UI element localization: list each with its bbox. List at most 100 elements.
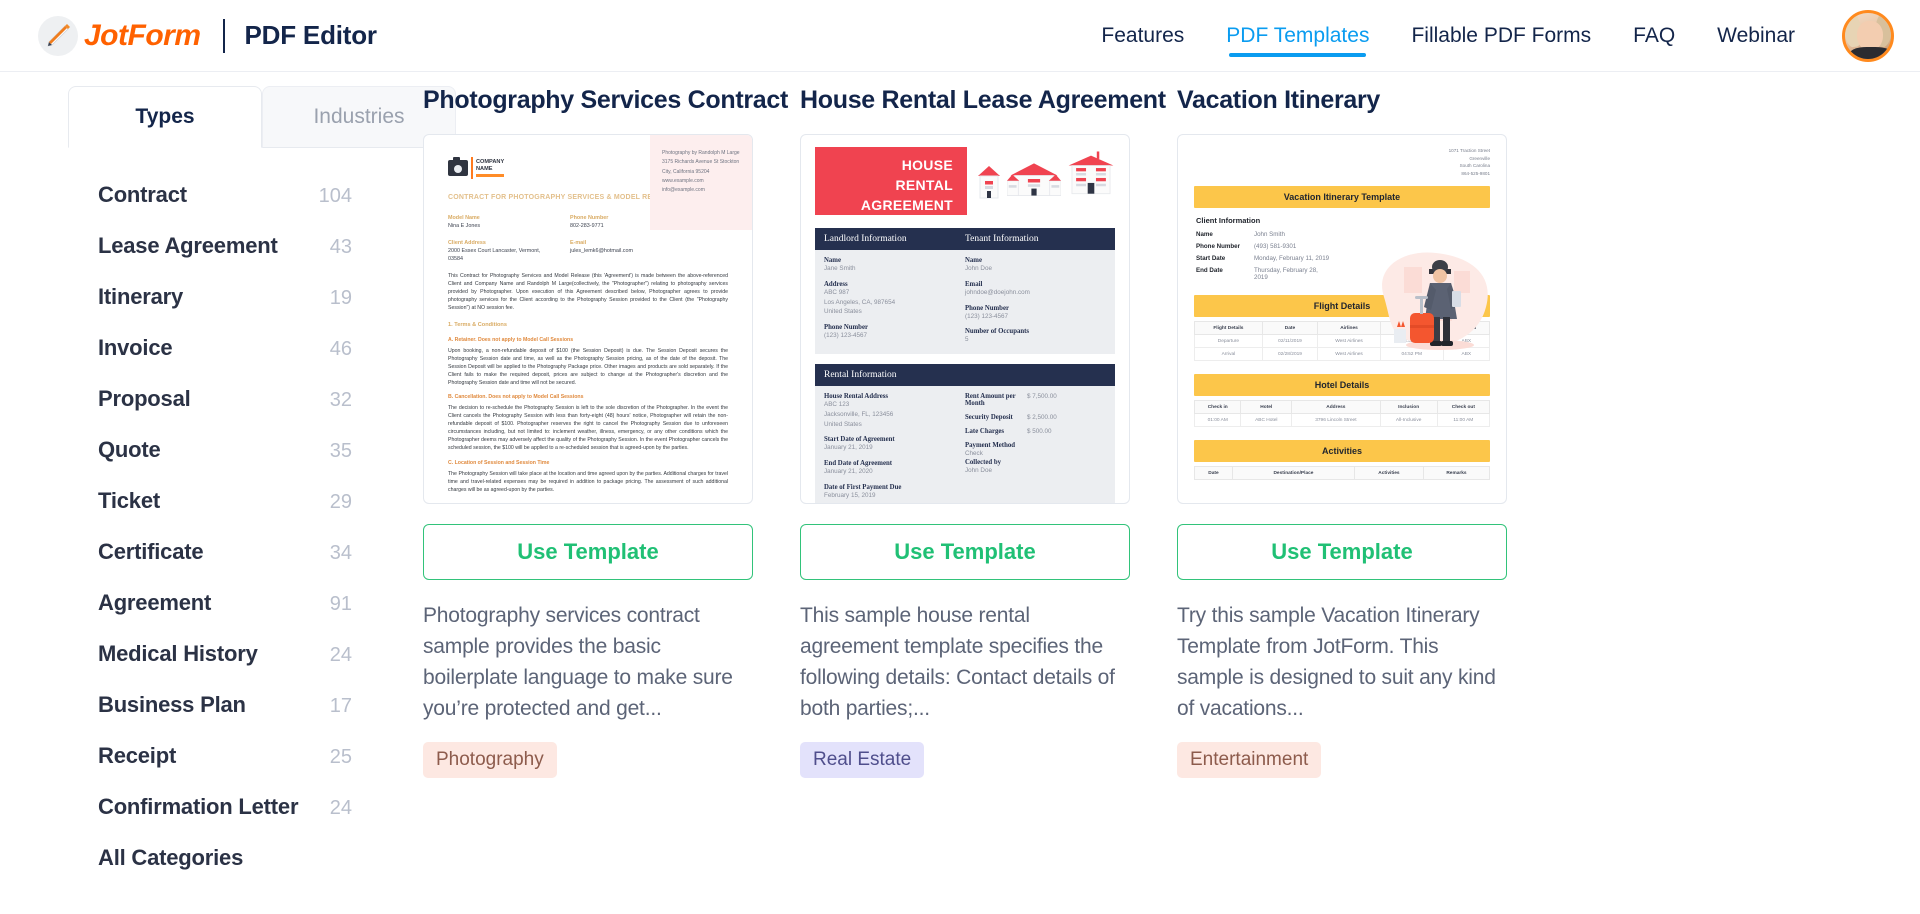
nav-item-faq[interactable]: FAQ	[1612, 0, 1696, 71]
client-info-heading: Client Information	[1196, 216, 1261, 226]
col-header: Inclusion	[1379, 400, 1438, 415]
field-label: Name	[1196, 231, 1213, 239]
card-description: This sample house rental agreement templ…	[800, 604, 1115, 720]
sidebar-item-ticket[interactable]: Ticket 29	[76, 488, 376, 539]
category-sidebar: Types Industries Contract 104 Lease Agre…	[0, 86, 456, 914]
field-label: E-mail	[570, 239, 587, 246]
category-count: 17	[329, 695, 352, 717]
field-value: ABC 123 Jacksonville, FL, 123456 United …	[824, 401, 894, 428]
card-tag[interactable]: Real Estate	[800, 742, 925, 778]
thumb-paragraph-a: Upon booking, a non-refundable deposit o…	[448, 347, 728, 386]
card-description: Try this sample Vacation Itinerary Templ…	[1177, 604, 1496, 720]
template-thumbnail[interactable]: 1071 Traction Street Greenville South Ca…	[1177, 134, 1507, 504]
card-title: Photography Services Contract	[423, 86, 789, 114]
field-label: Late Charges	[965, 428, 1005, 435]
section-heading-landlord: Landlord Information	[824, 234, 907, 244]
field-label: Start Date of Agreement	[824, 436, 895, 444]
col-header: Date	[1193, 466, 1234, 481]
sidebar-item-itinerary[interactable]: Itinerary 19	[76, 284, 376, 335]
sidebar-item-agreement[interactable]: Agreement 91	[76, 590, 376, 641]
field-value: (493) 581-9301	[1254, 243, 1297, 251]
field-value: $ 500.00	[1027, 428, 1052, 435]
field-label: Client Address	[448, 239, 486, 246]
thumb-paragraph-c: The Photography Session will take place …	[448, 470, 728, 493]
field-label: End Date	[1196, 267, 1223, 275]
field-value: January 21, 2020	[824, 468, 873, 475]
field-label: Email	[965, 280, 983, 288]
product-name: PDF Editor	[244, 20, 378, 50]
section-heading-tenant: Tenant Information	[965, 234, 1039, 244]
tab-types[interactable]: Types	[68, 86, 262, 148]
sidebar-item-receipt[interactable]: Receipt 25	[76, 743, 376, 794]
nav-item-fillable-pdf-forms[interactable]: Fillable PDF Forms	[1390, 0, 1612, 71]
nav-item-pdf-templates[interactable]: PDF Templates	[1205, 0, 1390, 71]
thumb-title-banner: Vacation Itinerary Template	[1194, 186, 1490, 209]
col-header: Flight Details	[1194, 321, 1263, 336]
nav-item-webinar[interactable]: Webinar	[1696, 0, 1816, 71]
cell: Arrival	[1194, 347, 1263, 362]
use-template-button[interactable]: Use Template	[423, 524, 753, 580]
table-row: 01:00 AM ABC Hotel 3796 Lincoln Street A…	[1193, 413, 1491, 428]
activities-heading: Activities	[1194, 440, 1490, 463]
house-illustration-icon	[977, 147, 1115, 203]
col-header: Remarks	[1422, 466, 1491, 481]
category-label: Ticket	[98, 488, 160, 513]
template-card-house-rental-lease-agreement: House Rental Lease Agreement HOUSE RENTAL…	[800, 86, 1166, 914]
cell: 02/11/2019	[1261, 334, 1319, 349]
sidebar-item-contract[interactable]: Contract 104	[76, 182, 376, 233]
thumb-section-heading: 1. Terms & Conditions	[448, 322, 507, 329]
card-tag[interactable]: Entertainment	[1177, 742, 1322, 778]
use-template-button[interactable]: Use Template	[1177, 524, 1507, 580]
field-value: John Doe	[965, 466, 992, 474]
category-count: 46	[329, 338, 352, 360]
logo-line2: NAME	[476, 165, 493, 172]
site-header: JotForm PDF Editor Features PDF Template…	[0, 0, 1920, 72]
sidebar-item-certificate[interactable]: Certificate 34	[76, 539, 376, 590]
rental-right-col: Rent Amount per Month $ 7,500.00 Securit…	[965, 393, 1106, 503]
cell: 02/28/2019	[1261, 347, 1319, 362]
cell: Departure	[1194, 334, 1263, 349]
field-value: John Smith	[1254, 231, 1285, 239]
field-label: Number of Occupants	[965, 328, 1030, 336]
field-value: January 21, 2019	[824, 444, 873, 452]
category-count: 32	[329, 389, 352, 411]
field-label: Phone Number	[570, 214, 609, 221]
category-count: 43	[329, 236, 352, 258]
thumb-banner: HOUSE RENTAL AGREEMENT	[815, 147, 967, 215]
field-value: Check	[965, 450, 983, 457]
field-value: $ 2,500.00	[1027, 414, 1057, 421]
main-nav: Features PDF Templates Fillable PDF Form…	[1080, 0, 1894, 71]
sidebar-item-lease-agreement[interactable]: Lease Agreement 43	[76, 233, 376, 284]
category-label: Quote	[98, 437, 161, 462]
cell: All-Inclusive	[1379, 413, 1438, 428]
card-title: Vacation Itinerary	[1177, 86, 1381, 114]
category-list: Contract 104 Lease Agreement 43 Itinerar…	[76, 148, 376, 896]
category-label: Lease Agreement	[98, 233, 278, 258]
field-value: Thursday, February 28, 2019	[1254, 267, 1318, 282]
card-tag[interactable]: Photography	[423, 742, 557, 778]
card-title: House Rental Lease Agreement	[800, 86, 1166, 114]
sidebar-item-invoice[interactable]: Invoice 46	[76, 335, 376, 386]
sidebar-item-business-plan[interactable]: Business Plan 17	[76, 692, 376, 743]
category-label: Contract	[98, 182, 187, 207]
template-thumbnail[interactable]: Photography by Randolph M Large 3175 Ric…	[423, 134, 753, 504]
field-label: Collected by	[965, 458, 1002, 466]
sidebar-item-quote[interactable]: Quote 35	[76, 437, 376, 488]
sidebar-item-confirmation-letter[interactable]: Confirmation Letter 24	[76, 794, 376, 845]
brand-name: JotForm	[84, 18, 201, 52]
page-body: Types Industries Contract 104 Lease Agre…	[0, 72, 1920, 914]
use-template-button[interactable]: Use Template	[800, 524, 1130, 580]
field-label: Phone Number	[965, 304, 1009, 312]
jotform-pencil-icon	[38, 15, 78, 56]
field-label: Phone Number	[1196, 243, 1241, 251]
field-value: $ 7,500.00	[1027, 393, 1057, 400]
thumb-intro-paragraph: This Contract for Photography Services a…	[448, 272, 728, 311]
avatar[interactable]	[1842, 9, 1894, 62]
template-thumbnail[interactable]: HOUSE RENTAL AGREEMENT Landlord Informat…	[800, 134, 1130, 504]
nav-item-features[interactable]: Features	[1080, 0, 1205, 71]
brand-lockup[interactable]: JotForm PDF Editor	[26, 15, 378, 56]
sidebar-item-medical-history[interactable]: Medical History 24	[76, 641, 376, 692]
sidebar-item-proposal[interactable]: Proposal 32	[76, 386, 376, 437]
hotel-details-heading: Hotel Details	[1194, 374, 1490, 397]
sidebar-item-all-categories[interactable]: All Categories	[76, 845, 376, 896]
